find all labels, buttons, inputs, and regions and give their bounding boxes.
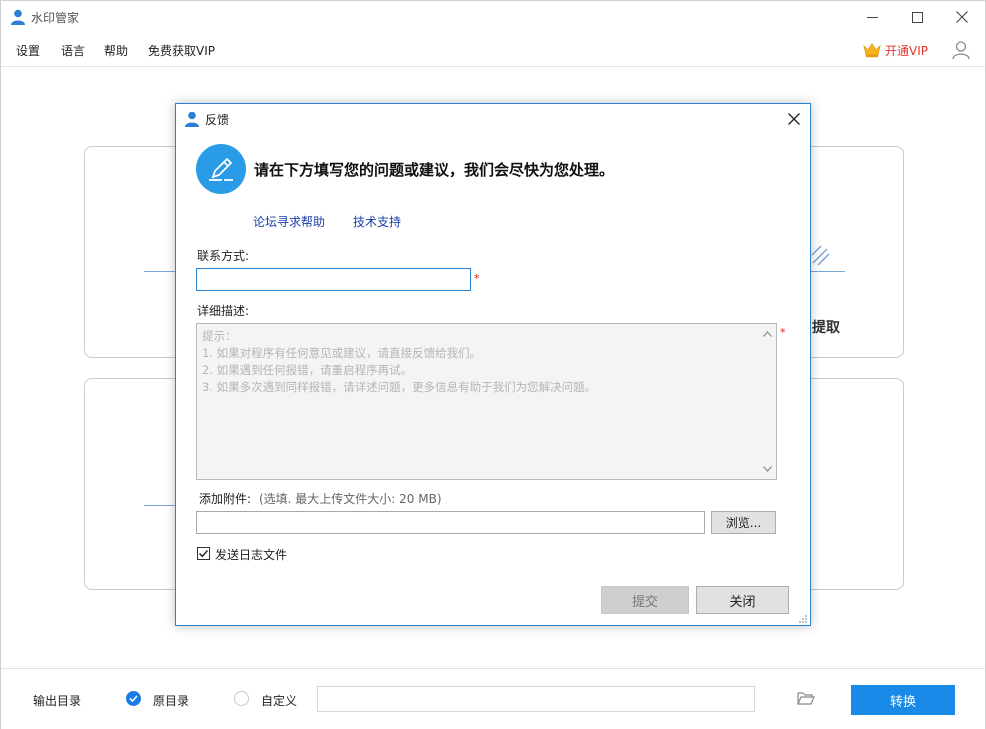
- forum-help-link[interactable]: 论坛寻求帮助: [253, 213, 325, 230]
- close-icon: [956, 11, 968, 23]
- chevron-up-icon: [762, 331, 772, 337]
- user-icon: [11, 9, 25, 25]
- user-icon: [185, 111, 199, 127]
- close-button[interactable]: 关闭: [696, 586, 789, 614]
- detail-textarea[interactable]: 提示： 1. 如果对程序有任何意见或建议，请直接反馈给我们。 2. 如果遇到任何…: [196, 323, 777, 480]
- original-dir-label: 原目录: [153, 694, 190, 708]
- radio-original-dir[interactable]: [126, 691, 141, 706]
- edit-pencil-icon: [196, 144, 246, 194]
- submit-button[interactable]: 提交: [601, 586, 689, 614]
- chevron-down-icon: [762, 466, 772, 472]
- attachment-path-input[interactable]: [196, 511, 705, 534]
- detail-label: 详细描述:: [197, 304, 250, 318]
- radio-custom-dir[interactable]: [234, 691, 249, 706]
- minimize-icon: [866, 16, 878, 18]
- output-path-input[interactable]: [317, 686, 755, 712]
- scroll-up-arrow[interactable]: [760, 327, 774, 341]
- dialog-title-bar: 反馈: [176, 104, 810, 134]
- extract-icon: [811, 245, 830, 266]
- menu-free-vip[interactable]: 免费获取VIP: [148, 42, 215, 59]
- extract-label: 提取: [812, 320, 840, 336]
- account-icon[interactable]: [951, 40, 971, 60]
- minimize-button[interactable]: [849, 1, 895, 33]
- menu-settings[interactable]: 设置: [16, 42, 40, 59]
- card-divider: [809, 271, 845, 272]
- feedback-dialog: 反馈 请在下方填写您的问题或建议，我们会尽快为您处理。 论坛寻求帮助 技术支持 …: [175, 103, 811, 626]
- menu-bar: 设置 语言 帮助 免费获取VIP 开通VIP: [1, 33, 985, 67]
- app-title: 水印管家: [31, 11, 80, 25]
- crown-icon: [863, 43, 881, 58]
- send-log-checkbox[interactable]: [197, 547, 210, 560]
- open-vip-button[interactable]: 开通VIP: [863, 40, 928, 60]
- close-icon: [788, 113, 800, 125]
- checkmark-icon: [199, 550, 209, 558]
- required-mark: *: [474, 272, 480, 285]
- contact-label: 联系方式:: [197, 249, 250, 263]
- maximize-button[interactable]: [894, 1, 940, 33]
- detail-hint: 2. 如果遇到任何报错，请重启程序再试。: [202, 363, 413, 377]
- window-close-button[interactable]: [939, 1, 985, 33]
- pencil-icon: [209, 157, 233, 181]
- dialog-close-button[interactable]: [783, 109, 805, 129]
- convert-button[interactable]: 转换: [851, 685, 955, 715]
- maximize-icon: [911, 11, 923, 23]
- folder-open-icon[interactable]: [797, 690, 815, 706]
- required-mark: *: [780, 326, 786, 339]
- bottom-bar: 输出目录 原目录 自定义 转换: [1, 668, 985, 729]
- contact-input[interactable]: [196, 268, 471, 291]
- resize-grip-icon[interactable]: [798, 614, 808, 624]
- detail-hint: 提示：: [202, 329, 237, 343]
- vip-label: 开通VIP: [885, 43, 928, 58]
- attach-hint: (选填. 最大上传文件大小: 20 MB): [259, 492, 442, 506]
- tech-support-link[interactable]: 技术支持: [353, 213, 401, 230]
- check-icon: [129, 695, 138, 703]
- browse-button[interactable]: 浏览...: [711, 511, 776, 534]
- scroll-down-arrow[interactable]: [760, 462, 774, 476]
- custom-dir-label: 自定义: [261, 694, 298, 708]
- dialog-heading: 请在下方填写您的问题或建议，我们会尽快为您处理。: [254, 161, 615, 179]
- output-dir-label: 输出目录: [33, 694, 82, 708]
- title-bar: 水印管家: [1, 1, 985, 33]
- menu-help[interactable]: 帮助: [104, 42, 128, 59]
- menu-language[interactable]: 语言: [61, 42, 85, 59]
- detail-hint: 1. 如果对程序有任何意见或建议，请直接反馈给我们。: [202, 346, 482, 360]
- send-log-label: 发送日志文件: [215, 548, 288, 562]
- detail-hint: 3. 如果多次遇到同样报错，请详述问题，更多信息有助于我们为您解决问题。: [202, 380, 597, 394]
- attach-label: 添加附件:: [199, 492, 252, 506]
- dialog-title: 反馈: [205, 113, 230, 127]
